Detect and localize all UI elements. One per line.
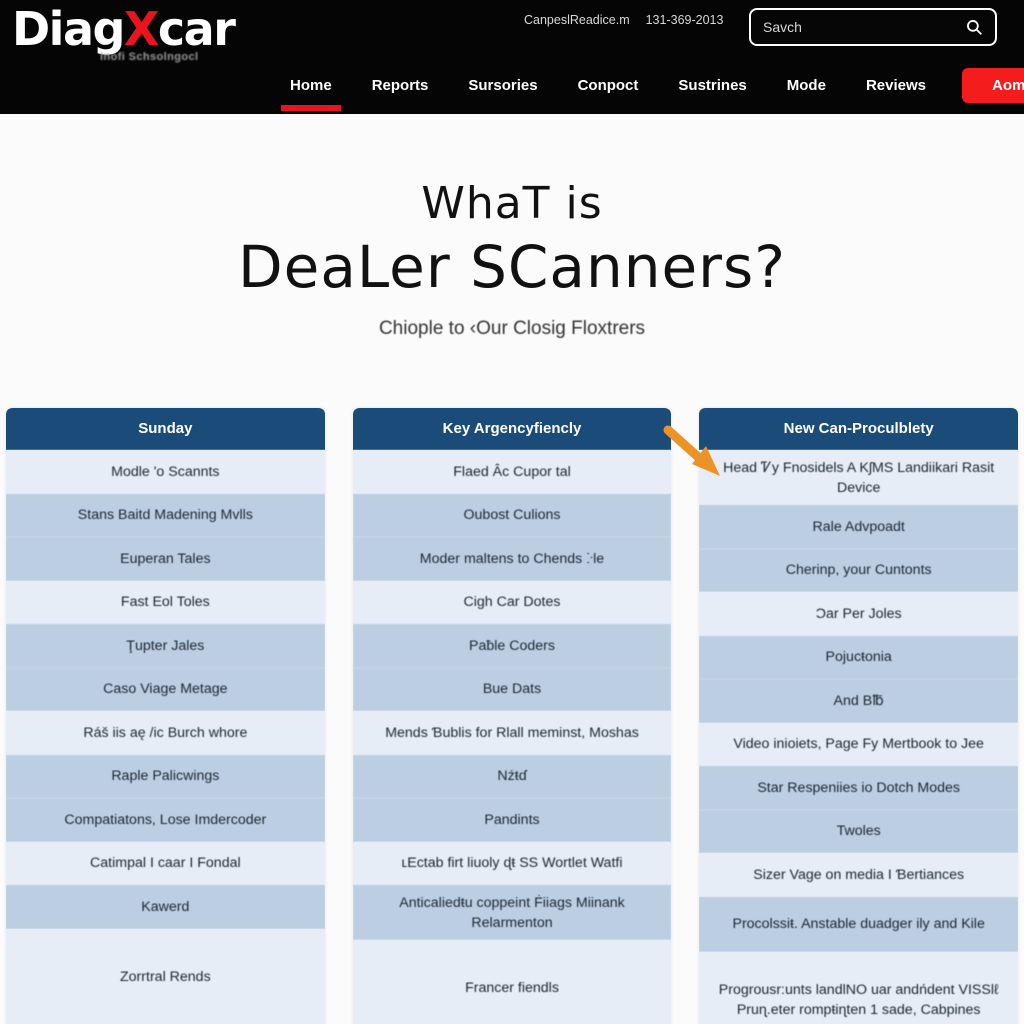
page-title: WhaT is DeaLer SCanners? [0, 114, 1024, 302]
table-row[interactable]: Sizer Vage on media I Ɓertiances [699, 853, 1019, 897]
nav-item-reports[interactable]: Reports [352, 72, 449, 100]
table-row[interactable]: Star Respeniies io Dotch Modes [699, 766, 1019, 810]
table-row[interactable]: Cherinp, your Cuntonts [699, 548, 1019, 592]
table-row[interactable]: And B℔ [699, 679, 1019, 723]
table-row[interactable]: Flaed Âc Cupor tal [352, 450, 672, 494]
page-title-line-1: WhaT is [421, 178, 603, 229]
main-navigation[interactable]: Home Reports Sursories Conpoct Sustrines… [270, 68, 1024, 111]
table-row[interactable]: Ɔar Per Joles [699, 592, 1019, 636]
table-row[interactable]: Modle ʹo Scannts [6, 450, 325, 494]
table-row[interactable]: Pandints [352, 798, 672, 842]
table-row[interactable]: Francer fiendls [352, 940, 672, 1024]
table-row[interactable]: Paƀle Coders [352, 624, 672, 668]
site-logo[interactable]: DiagXcar Inofi Schsolngocl [12, 4, 272, 63]
table-row[interactable]: Bue Dats [352, 667, 672, 711]
logo-text-x: X [123, 2, 159, 56]
table-row[interactable]: Ráš iis aę /ic Burch whore [6, 711, 325, 755]
search-box[interactable] [749, 8, 997, 46]
column-header-1: Sunday [6, 408, 325, 450]
nav-item-home[interactable]: Home [270, 72, 352, 111]
column-header-2: Key Argencyfiencly [352, 408, 672, 450]
column-card-2: Key Argencyfiencly Flaed Âc Cupor tal Ou… [352, 408, 672, 1024]
nav-item-sursories[interactable]: Sursories [448, 72, 557, 100]
contact-email[interactable]: CanpeslReadice.m [524, 13, 630, 27]
table-row[interactable]: Stans Baitd Madening Mvlls [6, 493, 325, 537]
table-row[interactable]: Caso Viage Metage [6, 667, 325, 711]
table-row[interactable]: Nźŧɗ [352, 754, 672, 798]
table-row[interactable]: Mends Ɓublis for Rlall meminst, Moshas [352, 711, 672, 755]
table-row[interactable]: Anticaliedŧu coppeint Ḟiiags Miinank Rel… [352, 885, 672, 940]
table-row[interactable]: Moder maltens to Chends ⴾle [352, 537, 672, 581]
table-row[interactable]: Zorrtral Rends [6, 928, 325, 1024]
table-row[interactable]: Euperan Tales [6, 537, 325, 581]
contact-phone[interactable]: 131-369-2013 [646, 13, 724, 27]
logo-wordmark: DiagXcar [12, 4, 272, 54]
table-row[interactable]: Fast Eol Toles [6, 580, 325, 624]
nav-item-conpoct[interactable]: Conpoct [558, 72, 659, 100]
table-row[interactable]: Pojucŧonia [699, 635, 1019, 679]
page-title-line-2: DeaLer SCanners? [237, 233, 787, 301]
nav-item-sustrines[interactable]: Sustrines [658, 72, 766, 100]
table-row[interactable]: Cigh Car Dotes [352, 580, 672, 624]
logo-text-part-2: car [157, 2, 236, 56]
column-card-1: Sunday Modle ʹo Scannts Stans Baitd Made… [6, 408, 325, 1024]
table-row[interactable]: Oubost Culions [352, 493, 672, 537]
logo-tagline: Inofi Schsolngocl [100, 51, 199, 63]
comparison-columns: Sunday Modle ʹo Scannts Stans Baitd Made… [0, 408, 1024, 1024]
table-row[interactable]: Twoles [699, 809, 1019, 853]
table-row[interactable]: ʟEctab firt liuoly ɖŧ SS Wortlet Watfi [352, 841, 672, 885]
page-subtitle: Chiople to ‹Our Closig Floxtrers [378, 318, 646, 339]
nav-item-reviews[interactable]: Reviews [846, 72, 946, 100]
table-row[interactable]: Compatiatons, Lose Imdercoder [6, 798, 325, 842]
hero-section: WhaT is DeaLer SCanners? Chiople to ‹Our… [0, 114, 1024, 400]
column-card-3: New Can-Proculblety Head Ꮴy Fnosidels A … [699, 408, 1019, 1024]
header-cta-button[interactable]: Aome [961, 68, 1024, 103]
table-row[interactable]: Procolssiŧ. Anstable duadger ily and Kil… [699, 896, 1019, 952]
table-row[interactable]: Catimpal I caar I Fondal [6, 841, 325, 885]
site-header: DiagXcar Inofi Schsolngocl CanpeslReadic… [0, 0, 1024, 114]
table-row[interactable]: Progrousr:unts landlNO uar andńdent VISS… [699, 951, 1019, 1024]
table-row[interactable]: Head Ꮴy Fnosidels A KʃMS Landiikari Rasi… [699, 450, 1019, 505]
logo-text-part-1: Diag [12, 2, 125, 56]
table-row[interactable]: Rale Advpoadt [699, 505, 1019, 549]
search-icon[interactable] [965, 18, 983, 36]
column-header-3: New Can-Proculblety [699, 408, 1019, 450]
table-row[interactable]: Kawerd [6, 885, 325, 929]
table-row[interactable]: Ţupter Jales [6, 624, 325, 668]
table-row[interactable]: Raple Palicwings [6, 754, 325, 798]
table-row[interactable]: Video inioiets, Page Fy Mertbook to Jee [699, 722, 1019, 766]
topbar-contact: CanpeslReadice.m 131-369-2013 [524, 13, 723, 27]
search-input[interactable] [763, 19, 965, 35]
nav-item-mode[interactable]: Mode [767, 72, 846, 100]
